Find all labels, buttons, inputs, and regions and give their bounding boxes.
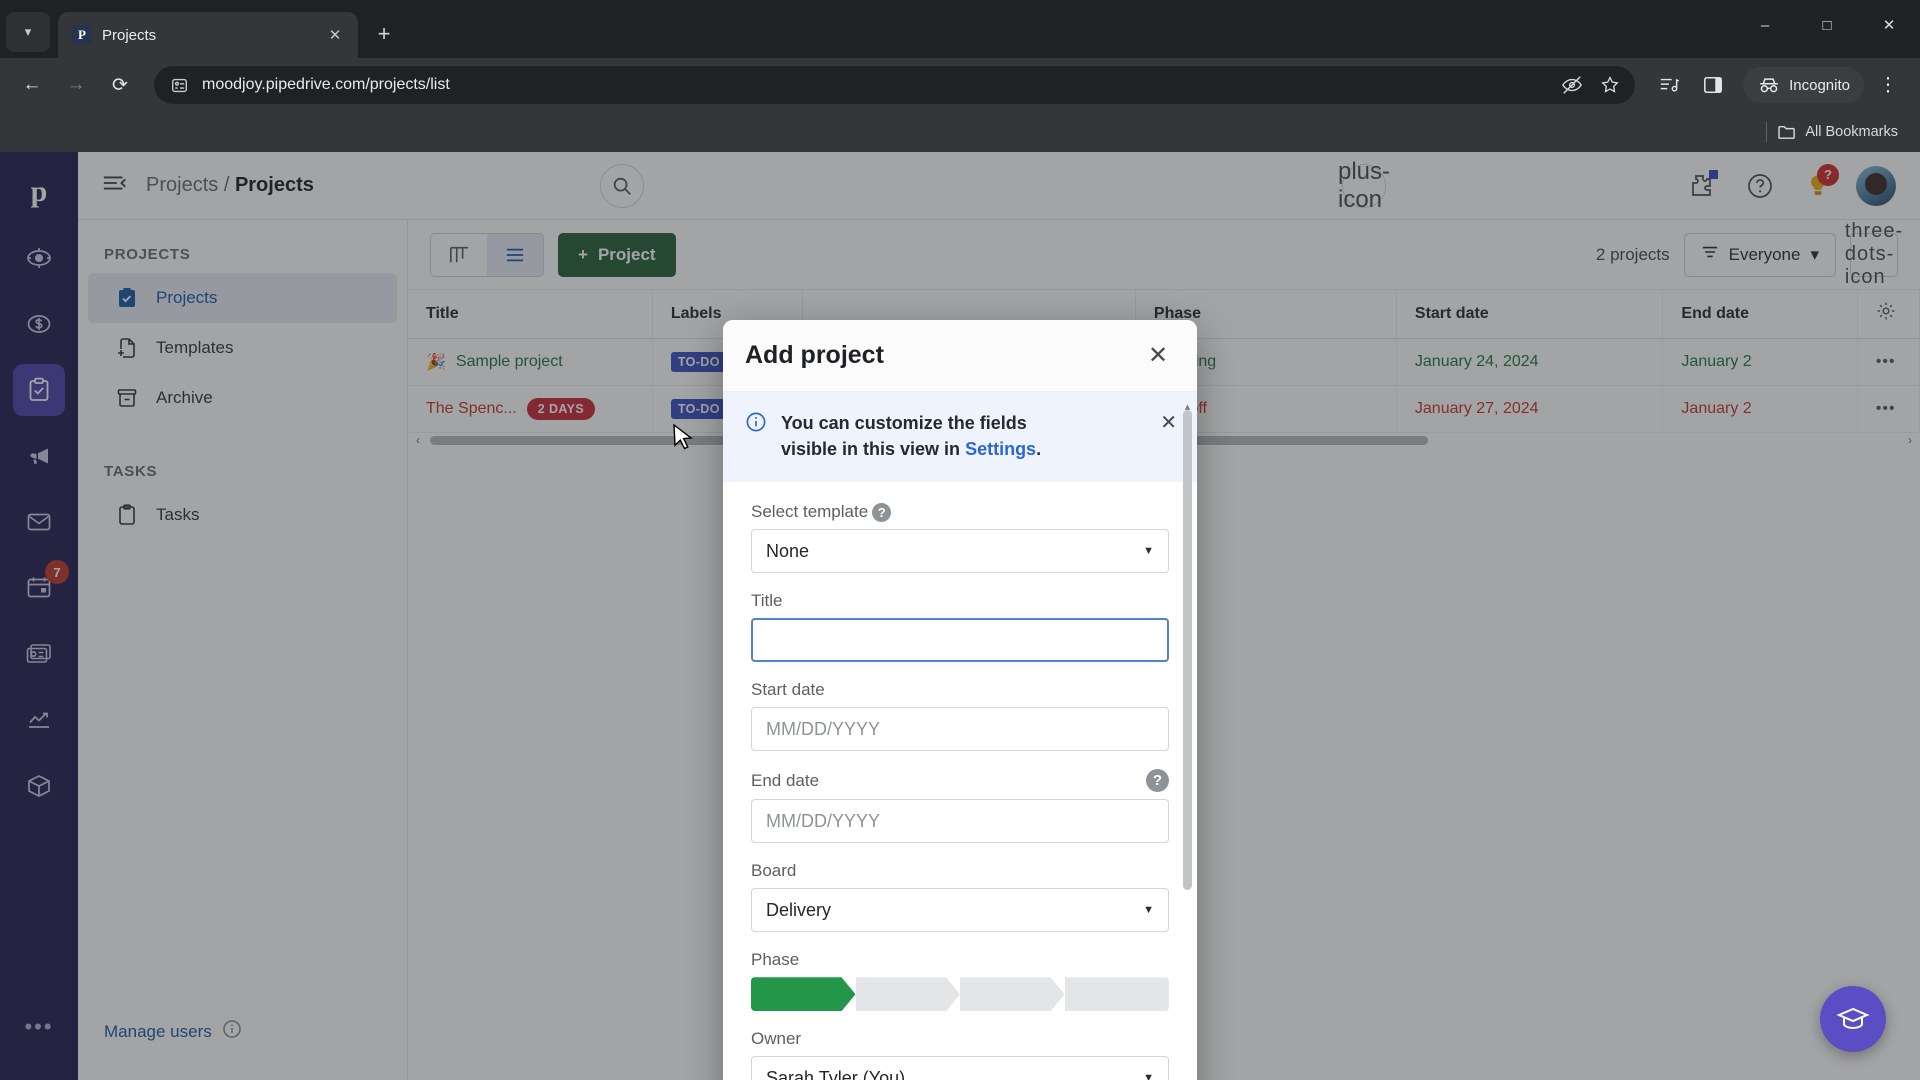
- phase-segment-1[interactable]: [751, 977, 856, 1011]
- info-circle-icon: [745, 411, 767, 439]
- help-icon[interactable]: ?: [1146, 769, 1169, 793]
- tab-strip: ▾ P Projects ✕ + – □ ✕: [0, 0, 1920, 58]
- phase-label: Phase: [751, 950, 800, 970]
- start-date-input[interactable]: MM/DD/YYYY: [751, 707, 1169, 752]
- template-value: None: [766, 540, 810, 561]
- phase-segment-4[interactable]: [1064, 977, 1169, 1012]
- phase-segment-3[interactable]: [960, 977, 1065, 1011]
- forward-icon[interactable]: →: [56, 65, 96, 105]
- incognito-label: Incognito: [1789, 76, 1850, 94]
- owner-select[interactable]: Sarah Tyler (You) ▼: [751, 1056, 1169, 1080]
- incognito-indicator[interactable]: Incognito: [1743, 67, 1864, 103]
- banner-line1: You can customize the fields: [781, 413, 1027, 433]
- page-info-icon[interactable]: [168, 74, 190, 96]
- title-label: Title: [751, 591, 783, 611]
- owner-label: Owner: [751, 1029, 802, 1049]
- dialog-body: You can customize the fields visible in …: [723, 392, 1197, 1080]
- board-value: Delivery: [766, 899, 832, 920]
- browser-toolbar: ← → ⟳ moodjoy.pipedrive.com/projects/lis…: [0, 58, 1920, 112]
- board-select[interactable]: Delivery ▼: [751, 888, 1169, 933]
- field-template: Select template ? None ▼: [751, 502, 1169, 574]
- three-dots-vertical-icon[interactable]: ⋮: [1868, 65, 1908, 105]
- end-date-label: End date: [751, 770, 820, 790]
- all-bookmarks-button[interactable]: All Bookmarks: [1777, 124, 1898, 140]
- phase-segment-2[interactable]: [856, 977, 961, 1011]
- all-bookmarks-label: All Bookmarks: [1805, 124, 1898, 140]
- settings-link[interactable]: Settings: [965, 439, 1036, 459]
- divider: [1766, 122, 1768, 142]
- banner-line2-prefix: visible in this view in: [781, 439, 966, 460]
- start-date-placeholder: MM/DD/YYYY: [766, 718, 881, 739]
- address-bar[interactable]: moodjoy.pipedrive.com/projects/list: [154, 66, 1636, 104]
- page-viewport: p 7 ••• Projects / Projects plus-icon ? …: [0, 152, 1920, 1080]
- dialog-header: Add project ✕: [723, 320, 1197, 392]
- end-date-label-row: End date ?: [751, 769, 1169, 793]
- minimize-button[interactable]: –: [1734, 0, 1796, 50]
- phase-selector[interactable]: [751, 977, 1169, 1012]
- banner-text: You can customize the fields visible in …: [781, 410, 1146, 462]
- start-date-label: Start date: [751, 680, 825, 700]
- add-project-form: Select template ? None ▼ Title Start dat…: [723, 482, 1197, 1080]
- back-icon[interactable]: ←: [12, 65, 52, 105]
- tab-close-icon[interactable]: ✕: [322, 22, 348, 48]
- dialog-scrollbar[interactable]: ▴ ▾: [1183, 401, 1192, 1080]
- board-label: Board: [751, 861, 797, 881]
- chevron-down-icon: ▼: [1143, 1072, 1154, 1080]
- close-icon[interactable]: ✕: [1141, 339, 1175, 373]
- template-select[interactable]: None ▼: [751, 529, 1169, 574]
- banner-close-icon[interactable]: ✕: [1160, 410, 1177, 435]
- side-panel-icon[interactable]: [1693, 65, 1733, 105]
- chevron-down-icon: ▼: [1143, 904, 1154, 917]
- field-owner: Owner Sarah Tyler (You) ▼: [751, 1029, 1169, 1080]
- select-template-label: Select template: [751, 502, 869, 522]
- reload-icon[interactable]: ⟳: [100, 65, 140, 105]
- browser-window: ▾ P Projects ✕ + – □ ✕ ← → ⟳ moodjoy.pip…: [0, 0, 1920, 1080]
- chevron-down-icon: ▼: [1143, 545, 1154, 558]
- customize-fields-banner: You can customize the fields visible in …: [723, 392, 1197, 483]
- tab-title: Projects: [102, 26, 157, 44]
- field-end-date: End date ? MM/DD/YYYY: [751, 769, 1169, 844]
- template-label-row: Select template ?: [751, 502, 1169, 522]
- eye-slash-icon[interactable]: [1561, 74, 1583, 96]
- field-start-date: Start date MM/DD/YYYY: [751, 680, 1169, 752]
- media-control-icon[interactable]: [1649, 65, 1689, 105]
- end-date-placeholder: MM/DD/YYYY: [766, 810, 881, 831]
- mouse-cursor: [673, 424, 693, 450]
- field-phase: Phase: [751, 950, 1169, 1012]
- pipedrive-favicon: P: [72, 25, 92, 45]
- title-input[interactable]: [751, 618, 1169, 663]
- end-date-input[interactable]: MM/DD/YYYY: [751, 799, 1169, 844]
- dialog-scroll-thumb[interactable]: [1183, 410, 1192, 890]
- folder-icon: [1778, 125, 1796, 139]
- maximize-button[interactable]: □: [1796, 0, 1858, 50]
- url-text: moodjoy.pipedrive.com/projects/list: [202, 76, 450, 93]
- browser-tab[interactable]: P Projects ✕: [58, 12, 358, 58]
- close-window-button[interactable]: ✕: [1858, 0, 1920, 50]
- new-tab-button[interactable]: +: [366, 16, 402, 52]
- star-icon[interactable]: [1599, 74, 1621, 96]
- tab-search-chevron-icon[interactable]: ▾: [6, 12, 50, 52]
- dialog-title: Add project: [745, 341, 884, 369]
- help-icon[interactable]: ?: [872, 502, 892, 522]
- add-project-dialog: Add project ✕ You can customize the fiel…: [723, 320, 1197, 1080]
- owner-value: Sarah Tyler (You): [766, 1067, 906, 1080]
- field-board: Board Delivery ▼: [751, 861, 1169, 933]
- bookmarks-bar: All Bookmarks: [0, 112, 1920, 152]
- learning-fab-button[interactable]: [1820, 986, 1886, 1052]
- window-controls: – □ ✕: [1734, 0, 1920, 50]
- graduation-cap-icon: [1836, 1007, 1870, 1030]
- field-title: Title: [751, 591, 1169, 663]
- banner-suffix: .: [1036, 439, 1042, 460]
